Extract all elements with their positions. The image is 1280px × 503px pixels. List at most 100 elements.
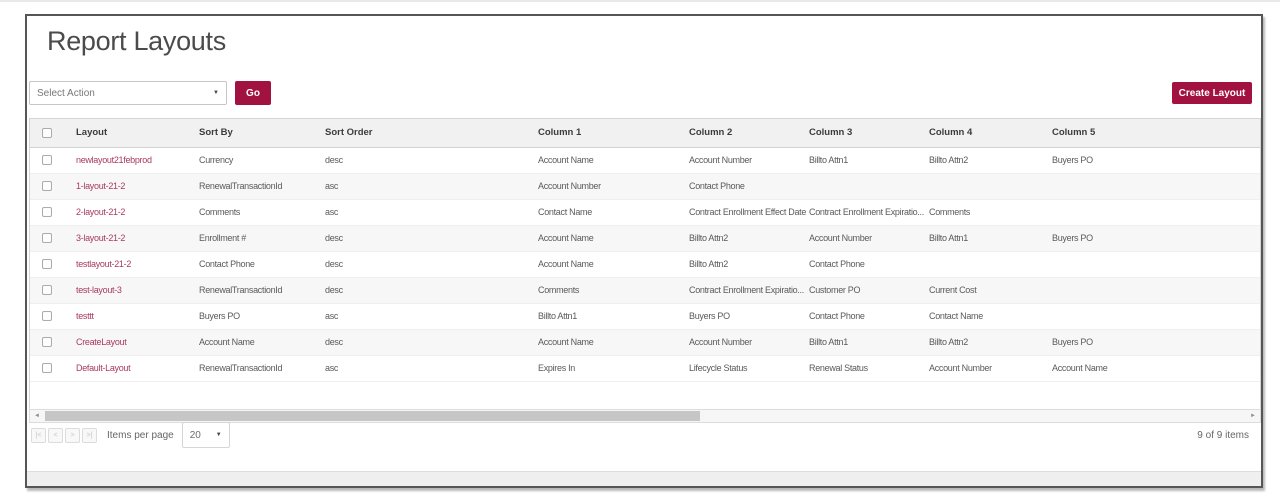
cell-col1: Account Number	[530, 173, 681, 200]
pager-last-button[interactable]: >|	[82, 427, 97, 443]
layout-link[interactable]: newlayout21febprod	[68, 147, 191, 174]
cell-sort_order: asc	[317, 199, 530, 226]
cell-col1: Comments	[530, 277, 681, 304]
row-checkbox[interactable]	[42, 181, 52, 192]
cell-col5	[1044, 277, 1254, 304]
cell-col3: Billto Attn1	[801, 329, 921, 356]
table-row: testlayout-21-2 Contact Phone desc Account …	[30, 251, 1260, 278]
cell-col4: Billto Attn1	[921, 225, 1044, 252]
layout-link[interactable]: 2-layout-21-2	[68, 199, 191, 226]
pager: |< < > >| Items per page 20 ▼ 9 of 9 ite…	[31, 418, 1249, 452]
layout-link[interactable]: test-layout-3	[68, 277, 191, 304]
cell-col3: Renewal Status	[801, 355, 921, 382]
cell-col2: Account Number	[681, 329, 801, 356]
cell-col1: Billto Attn1	[530, 303, 681, 330]
column-header-column-5[interactable]: Column 5	[1044, 119, 1254, 148]
column-header-layout[interactable]: Layout	[68, 119, 191, 148]
cell-col1: Expires In	[530, 355, 681, 382]
column-header-sort-by[interactable]: Sort By	[191, 119, 317, 148]
row-checkbox[interactable]	[42, 155, 52, 166]
cell-col2: Contract Enrollment Effect Date	[681, 199, 806, 226]
cell-col3: Contact Phone	[801, 303, 921, 330]
row-checkbox[interactable]	[42, 233, 52, 244]
action-toolbar: Select Action ▼ Go Create Layout	[29, 80, 1252, 106]
row-checkbox[interactable]	[42, 207, 52, 218]
chevron-down-icon: ▼	[215, 432, 222, 438]
layout-link[interactable]: Default-Layout	[68, 355, 191, 382]
table-header-row: Layout Sort By Sort Order Column 1 Column 2C…	[30, 119, 1260, 148]
table-row: testtt Buyers PO asc Billto Attn1 Buyers PO C…	[30, 303, 1260, 330]
cell-col2: Account Number	[681, 147, 801, 174]
layout-link[interactable]: CreateLayout	[68, 329, 191, 356]
cell-col2: Billto Attn2	[681, 225, 801, 252]
create-layout-button[interactable]: Create Layout	[1172, 82, 1252, 104]
table-row: newlayout21febprod Currency desc Account Na…	[30, 147, 1260, 174]
pager-first-button[interactable]: |<	[31, 427, 46, 443]
cell-sort_order: asc	[317, 355, 530, 382]
layout-link[interactable]: testlayout-21-2	[68, 251, 191, 278]
cell-col5: Buyers PO	[1044, 329, 1254, 356]
items-count-summary: 9 of 9 items	[1197, 429, 1249, 441]
cell-sort_by: Comments	[191, 199, 317, 226]
cell-sort_by: Contact Phone	[191, 251, 317, 278]
table-row: test-layout-3 RenewalTransactionId desc Com…	[30, 277, 1260, 304]
items-per-page-label: Items per page	[107, 429, 174, 441]
layout-link[interactable]: 1-layout-21-2	[68, 173, 191, 200]
select-all-checkbox[interactable]	[42, 127, 52, 138]
column-header-column-2[interactable]: Column 2	[681, 119, 801, 148]
action-select[interactable]: Select Action ▼	[29, 81, 227, 105]
column-header-column-4[interactable]: Column 4	[921, 119, 1044, 148]
row-checkbox[interactable]	[42, 337, 52, 348]
cell-col4	[921, 251, 1044, 278]
layouts-table: Layout Sort By Sort Order Column 1 Column 2C…	[30, 119, 1260, 382]
layout-link[interactable]: 3-layout-21-2	[68, 225, 191, 252]
row-checkbox[interactable]	[42, 285, 52, 296]
cell-col4: Billto Attn2	[921, 147, 1044, 174]
row-checkbox[interactable]	[42, 311, 52, 322]
cell-col3: Customer PO	[801, 277, 921, 304]
cell-col2: Lifecycle Status	[681, 355, 801, 382]
cell-sort_by: Enrollment #	[191, 225, 317, 252]
pager-next-button[interactable]: >	[65, 427, 80, 443]
page-size-select[interactable]: 20 ▼	[181, 422, 230, 448]
cell-sort_order: asc	[317, 303, 530, 330]
cell-col4: Comments	[921, 199, 1044, 226]
cell-col1: Account Name	[530, 329, 681, 356]
go-button[interactable]: Go	[235, 81, 271, 105]
cell-col4: Account Number	[921, 355, 1044, 382]
cell-col5	[1044, 173, 1254, 200]
cell-col3: Billto Attn1	[801, 147, 921, 174]
table-row: 1-layout-21-2 RenewalTransactionId asc Acco…	[30, 173, 1260, 200]
panel-footer-strip	[27, 471, 1261, 486]
cell-sort_order: asc	[317, 173, 530, 200]
cell-col5: Buyers PO	[1044, 147, 1254, 174]
cell-sort_order: desc	[317, 225, 530, 252]
page-title: Report Layouts	[47, 26, 226, 56]
cell-col5: Buyers PO	[1044, 225, 1254, 252]
column-header-column-1[interactable]: Column 1	[530, 119, 681, 148]
cell-col5	[1044, 251, 1254, 278]
column-header-sort-order[interactable]: Sort Order	[317, 119, 530, 148]
row-checkbox[interactable]	[42, 259, 52, 270]
layout-link[interactable]: testtt	[68, 303, 191, 330]
cell-col5	[1044, 303, 1254, 330]
window-top-edge	[0, 0, 1280, 2]
report-layouts-panel: Report Layouts Select Action ▼ Go Create…	[25, 14, 1263, 488]
cell-col5	[1044, 199, 1254, 226]
cell-sort_order: desc	[317, 251, 530, 278]
cell-sort_by: RenewalTransactionId	[191, 173, 317, 200]
pager-prev-button[interactable]: <	[48, 427, 63, 443]
cell-col4	[921, 173, 1044, 200]
cell-sort_by: RenewalTransactionId	[191, 355, 317, 382]
table-row: 2-layout-21-2 Comments asc Contact Name Cont…	[30, 199, 1260, 226]
cell-sort_order: desc	[317, 277, 530, 304]
cell-col3: Contact Phone	[801, 251, 921, 278]
cell-col2: Buyers PO	[681, 303, 801, 330]
cell-col4: Billto Attn2	[921, 329, 1044, 356]
cell-col2: Contact Phone	[681, 173, 801, 200]
column-header-column-3[interactable]: Column 3	[801, 119, 921, 148]
row-checkbox[interactable]	[42, 363, 52, 374]
action-select-value: Select Action	[37, 87, 95, 99]
report-layouts-grid: Layout Sort By Sort Order Column 1 Column 2C…	[29, 118, 1261, 409]
cell-col2: Billto Attn2	[681, 251, 801, 278]
